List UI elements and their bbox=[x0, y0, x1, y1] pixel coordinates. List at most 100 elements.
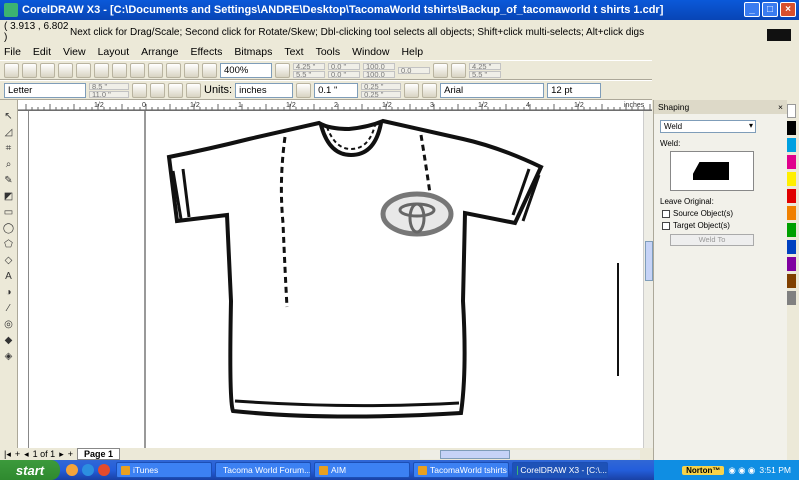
pos-y-field[interactable]: 5.5 " bbox=[293, 70, 325, 78]
pos-x-field[interactable]: 4.25 " bbox=[293, 62, 325, 70]
zoom-tool-icon[interactable]: ⌕ bbox=[2, 158, 15, 172]
current-page-icon[interactable] bbox=[186, 82, 201, 98]
tshirt-body[interactable] bbox=[166, 118, 544, 419]
treat-as-filled-icon[interactable] bbox=[404, 82, 420, 98]
font-size-select[interactable]: 12 pt bbox=[547, 82, 602, 98]
open-icon[interactable] bbox=[22, 62, 37, 78]
task-aim[interactable]: AIM bbox=[314, 462, 410, 478]
dup-y-field[interactable]: 0.25 " bbox=[361, 90, 402, 98]
palette-swatch-black[interactable] bbox=[787, 121, 796, 135]
ellipse-tool-icon[interactable]: ◯ bbox=[2, 222, 15, 236]
palette-swatch-cyan[interactable] bbox=[787, 138, 796, 152]
outline-tool-icon[interactable]: ◎ bbox=[2, 318, 15, 332]
all-pages-icon[interactable] bbox=[168, 82, 183, 98]
pos2-x-field[interactable]: 4.25 " bbox=[469, 62, 501, 70]
size-w-field[interactable]: 0.0 " bbox=[328, 62, 360, 70]
task-folder[interactable]: TacomaWorld tshirts bbox=[413, 462, 509, 478]
nudge-field[interactable]: 0.1 " bbox=[314, 82, 359, 98]
size-h-field[interactable]: 0.0 " bbox=[328, 70, 360, 78]
text-tool-icon[interactable]: A bbox=[2, 270, 15, 284]
rectangle-tool-icon[interactable]: ▭ bbox=[2, 206, 15, 220]
menu-effects[interactable]: Effects bbox=[190, 46, 222, 58]
menu-arrange[interactable]: Arrange bbox=[141, 46, 178, 58]
palette-swatch-blue[interactable] bbox=[787, 240, 796, 254]
palette-swatch-orange[interactable] bbox=[787, 206, 796, 220]
menu-view[interactable]: View bbox=[63, 46, 86, 58]
palette-swatch-gray[interactable] bbox=[787, 291, 796, 305]
copy-icon[interactable] bbox=[94, 62, 109, 78]
palette-swatch-white[interactable] bbox=[787, 104, 796, 118]
maximize-button[interactable]: □ bbox=[762, 2, 778, 17]
menu-bitmaps[interactable]: Bitmaps bbox=[234, 46, 272, 58]
ie-icon[interactable] bbox=[82, 464, 94, 476]
palette-swatch-brown[interactable] bbox=[787, 274, 796, 288]
menu-file[interactable]: File bbox=[4, 46, 21, 58]
source-objects-option[interactable]: Source Object(s) bbox=[662, 209, 779, 218]
mirror-h-icon[interactable] bbox=[433, 62, 448, 78]
horizontal-scrollbar[interactable] bbox=[420, 450, 640, 459]
drawing-canvas[interactable] bbox=[29, 111, 643, 448]
prev-page-button[interactable]: ◂ bbox=[24, 449, 29, 460]
page-tab[interactable]: Page 1 bbox=[76, 448, 121, 460]
font-select[interactable]: Arial bbox=[440, 82, 545, 98]
menu-tools[interactable]: Tools bbox=[316, 46, 341, 58]
norton-badge[interactable]: Norton™ bbox=[682, 465, 725, 475]
cut-icon[interactable] bbox=[76, 62, 91, 78]
dup-x-field[interactable]: 0.25 " bbox=[361, 82, 402, 90]
task-itunes[interactable]: iTunes bbox=[116, 462, 212, 478]
polygon-tool-icon[interactable]: ⬠ bbox=[2, 238, 15, 252]
scale-y-field[interactable]: 100.0 bbox=[363, 70, 395, 78]
rotation-field[interactable]: 0.0 bbox=[398, 66, 430, 74]
palette-swatch-yellow[interactable] bbox=[787, 172, 796, 186]
weld-to-button[interactable]: Weld To bbox=[670, 234, 754, 246]
target-objects-checkbox[interactable] bbox=[662, 221, 670, 230]
source-objects-checkbox[interactable] bbox=[662, 209, 670, 218]
interactive-fill-icon[interactable]: ◈ bbox=[2, 350, 15, 364]
page-height-field[interactable]: 11.0 " bbox=[89, 90, 129, 98]
zoom-level-select[interactable]: 400% bbox=[220, 62, 272, 78]
menu-edit[interactable]: Edit bbox=[33, 46, 51, 58]
pos2-y-field[interactable]: 5.5 " bbox=[469, 70, 501, 78]
freehand-tool-icon[interactable]: ✎ bbox=[2, 174, 15, 188]
paper-size-select[interactable]: Letter bbox=[4, 82, 86, 98]
basic-shapes-icon[interactable]: ◇ bbox=[2, 254, 15, 268]
menu-layout[interactable]: Layout bbox=[98, 46, 130, 58]
new-icon[interactable] bbox=[4, 62, 19, 78]
vertical-scroll-thumb[interactable] bbox=[645, 241, 653, 281]
redo-icon[interactable] bbox=[148, 62, 163, 78]
snap-icon[interactable] bbox=[275, 62, 290, 78]
import-icon[interactable] bbox=[166, 62, 181, 78]
next-page-button[interactable]: ▸ bbox=[59, 449, 64, 460]
menu-window[interactable]: Window bbox=[352, 46, 389, 58]
page-width-field[interactable]: 8.5 " bbox=[89, 82, 129, 90]
palette-swatch-green[interactable] bbox=[787, 223, 796, 237]
toyota-logo[interactable] bbox=[380, 191, 454, 237]
menu-help[interactable]: Help bbox=[401, 46, 423, 58]
undo-icon[interactable] bbox=[130, 62, 145, 78]
fill-tool-icon[interactable]: ◆ bbox=[2, 334, 15, 348]
app-launcher-icon[interactable] bbox=[202, 62, 217, 78]
menu-text[interactable]: Text bbox=[284, 46, 303, 58]
save-icon[interactable] bbox=[40, 62, 55, 78]
options-icon[interactable] bbox=[422, 82, 438, 98]
fill-color-swatch[interactable] bbox=[767, 29, 791, 41]
first-page-button[interactable]: |◂ bbox=[4, 449, 11, 460]
start-button[interactable]: start bbox=[0, 460, 60, 480]
units-select[interactable]: inches bbox=[235, 82, 294, 98]
target-objects-option[interactable]: Target Object(s) bbox=[662, 221, 779, 230]
palette-swatch-magenta[interactable] bbox=[787, 155, 796, 169]
portrait-icon[interactable] bbox=[132, 82, 147, 98]
horizontal-scroll-thumb[interactable] bbox=[440, 450, 510, 459]
smart-fill-icon[interactable]: ◩ bbox=[2, 190, 15, 204]
add-page-button[interactable]: + bbox=[15, 449, 20, 459]
landscape-icon[interactable] bbox=[150, 82, 165, 98]
task-coreldraw[interactable]: CorelDRAW X3 - [C:\... bbox=[512, 462, 608, 478]
palette-swatch-purple[interactable] bbox=[787, 257, 796, 271]
pick-tool-icon[interactable]: ↖ bbox=[2, 110, 15, 124]
shape-tool-icon[interactable]: ◿ bbox=[2, 126, 15, 140]
shaping-mode-select[interactable]: Weld bbox=[660, 120, 756, 133]
crop-tool-icon[interactable]: ⌗ bbox=[2, 142, 15, 156]
interactive-blend-icon[interactable]: ◑ bbox=[2, 286, 15, 300]
mirror-v-icon[interactable] bbox=[451, 62, 466, 78]
scale-x-field[interactable]: 100.0 bbox=[363, 62, 395, 70]
